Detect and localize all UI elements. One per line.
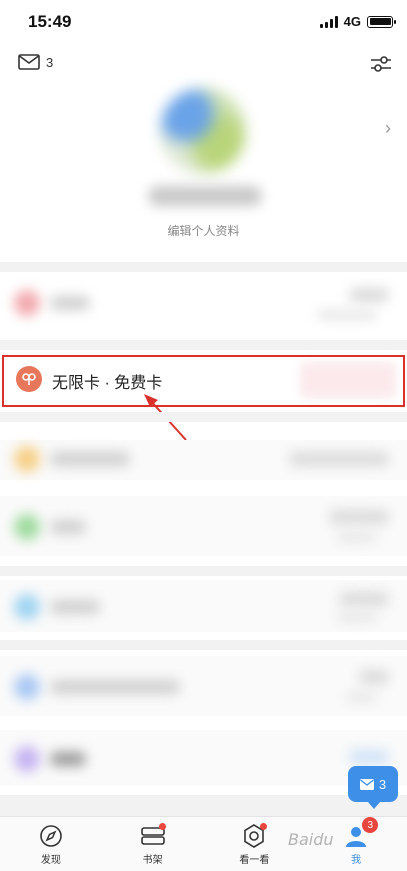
sliders-icon: [371, 56, 391, 72]
floating-message-button[interactable]: 3: [348, 766, 398, 809]
nickname-blurred: [148, 186, 262, 206]
nav-label: 我: [351, 855, 362, 866]
section-divider: [0, 640, 407, 650]
list-item-blurred[interactable]: [0, 496, 407, 556]
avatar[interactable]: [160, 88, 246, 174]
section-divider: [0, 795, 407, 816]
edit-profile-link[interactable]: 编辑个人资料: [0, 222, 407, 239]
nav-badge: 3: [362, 817, 379, 833]
list-item-blurred[interactable]: [0, 440, 407, 480]
mail-icon: [359, 778, 374, 790]
network-label: 4G: [343, 14, 361, 29]
nav-label: 发现: [40, 855, 61, 866]
nav-label: 看一看: [239, 855, 270, 866]
battery-icon: [367, 15, 396, 28]
section-divider: [0, 340, 407, 350]
settings-button[interactable]: [369, 52, 393, 76]
status-time: 15:49: [28, 12, 72, 31]
status-bar: 15:49 4G: [0, 0, 407, 44]
bottom-nav: 发现 书架 看一看 3 我: [0, 816, 407, 871]
watermark: Baidu: [288, 830, 334, 849]
mail-button[interactable]: 3: [18, 54, 53, 70]
mail-icon: [18, 54, 40, 70]
section-divider: [0, 412, 407, 422]
section-divider: [0, 566, 407, 576]
notification-dot: [158, 823, 166, 830]
highlight-annotation: [2, 355, 405, 407]
blurred-icon: [14, 290, 40, 316]
chevron-right-icon[interactable]: ›: [385, 118, 391, 139]
nav-label: 书架: [142, 855, 163, 866]
mail-count: 3: [46, 54, 54, 70]
list-item-blurred[interactable]: [0, 656, 407, 716]
nav-discover[interactable]: 发现: [0, 817, 102, 871]
floating-message-count: 3: [378, 776, 387, 792]
signal-icon: [319, 15, 338, 28]
nav-bookshelf[interactable]: 书架: [102, 817, 204, 871]
section-divider: [0, 262, 407, 272]
list-item-blurred[interactable]: [0, 580, 407, 632]
status-indicators: 4G: [319, 14, 396, 29]
list-item-blurred[interactable]: [0, 272, 407, 334]
list-item-blurred[interactable]: [0, 730, 407, 786]
compass-icon: [40, 825, 62, 847]
